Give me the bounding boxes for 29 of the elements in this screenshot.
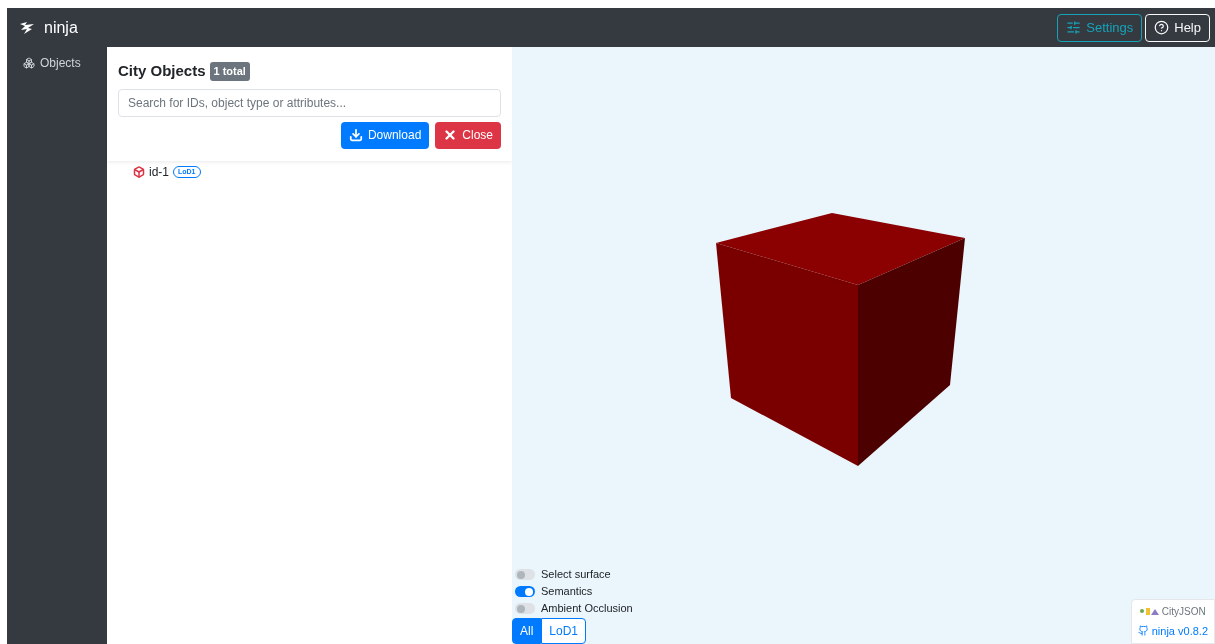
sliders-icon (1066, 20, 1082, 35)
download-button[interactable]: Download (340, 121, 430, 149)
close-button[interactable]: Close (435, 121, 501, 149)
object-id[interactable]: id-1 (149, 162, 169, 181)
brand-name[interactable]: ninja (44, 15, 78, 40)
cityjson-logo-icon (1137, 606, 1160, 616)
cube-icon (133, 165, 145, 178)
sidebar-item[interactable]: Objects (7, 54, 107, 72)
download-icon (348, 128, 363, 142)
settings-button[interactable]: Settings (1057, 13, 1143, 42)
help-icon (1154, 20, 1170, 35)
github-icon (1137, 625, 1149, 637)
toggle-label: Ambient Occlusion (541, 601, 633, 617)
search-field[interactable]: Search for IDs, object type or attributes... (118, 88, 501, 117)
toggle-switch[interactable] (515, 586, 535, 597)
close-icon (443, 128, 458, 142)
count-badge: 1 total (209, 62, 250, 81)
toggle-label: Semantics (541, 584, 593, 600)
lod-tab[interactable]: LoD1 (541, 618, 587, 644)
toggle-switch[interactable] (515, 569, 535, 580)
cityjson-label: CityJSON (1161, 604, 1206, 619)
help-button[interactable]: Help (1145, 13, 1210, 42)
version-link[interactable]: ninja v0.8.2 (1137, 622, 1208, 639)
toggle-label: Select surface (541, 567, 611, 583)
toggle-switch[interactable] (515, 603, 535, 614)
panel-title: City Objects (118, 61, 206, 81)
boxes-icon (23, 57, 35, 69)
lod-tab[interactable]: All (512, 618, 542, 644)
ninja-logo-icon (19, 20, 36, 35)
